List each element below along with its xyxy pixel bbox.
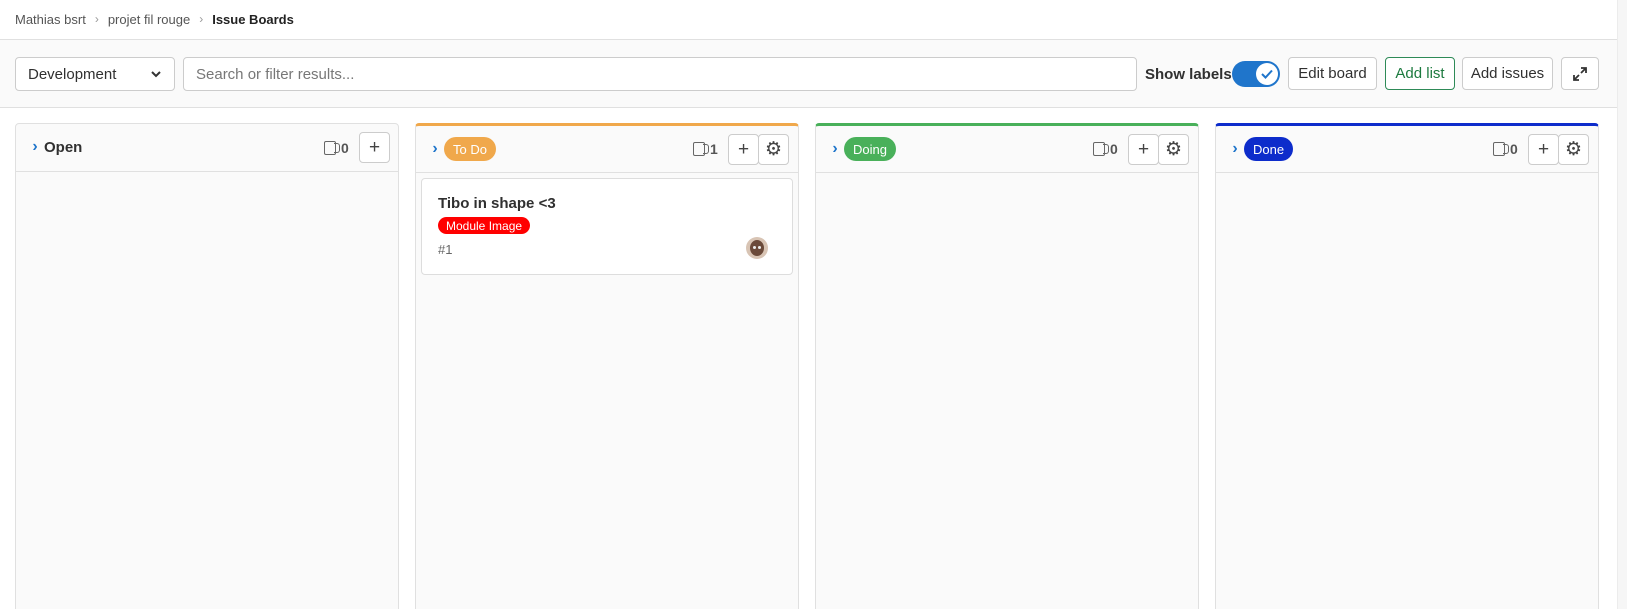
scrollbar[interactable] (1617, 0, 1627, 609)
show-labels-label: Show labels (1145, 65, 1232, 83)
add-list-button[interactable]: Add list (1385, 57, 1455, 90)
issues-icon (693, 142, 709, 156)
gear-icon: ⚙ (764, 139, 783, 160)
fullscreen-button[interactable] (1561, 57, 1599, 90)
edit-board-button[interactable]: Edit board (1288, 57, 1377, 90)
show-labels-toggle[interactable] (1232, 61, 1280, 87)
issue-reference: #1 (438, 242, 453, 257)
breadcrumb-item-project[interactable]: projet fil rouge (108, 12, 190, 27)
issue-count-value: 0 (1110, 141, 1118, 157)
issues-icon (1093, 142, 1109, 156)
board-list-doing: › Doing 0 + ⚙ (815, 123, 1199, 609)
issues-icon (1493, 142, 1509, 156)
search-input[interactable]: Search or filter results... (183, 57, 1137, 91)
board-selector-value: Development (28, 65, 117, 83)
new-issue-button[interactable]: + (1128, 134, 1159, 165)
issue-count: 0 (1093, 141, 1118, 157)
check-icon (1261, 69, 1273, 79)
list-label-pill[interactable]: Done (1244, 137, 1294, 161)
board-list-todo: › To Do 1 + ⚙ Tibo in shape <3 Module Im… (415, 123, 799, 609)
list-settings-button[interactable]: ⚙ (1558, 134, 1589, 165)
breadcrumb-item-user[interactable]: Mathias bsrt (15, 12, 86, 27)
list-settings-button[interactable]: ⚙ (1158, 134, 1189, 165)
avatar-eye (758, 246, 761, 249)
chevron-right-icon[interactable]: › (28, 138, 42, 155)
new-issue-button[interactable]: + (728, 134, 759, 165)
gear-icon: ⚙ (1564, 139, 1583, 160)
chevron-right-icon: › (199, 12, 204, 26)
assignee-avatar[interactable] (746, 237, 768, 259)
chevron-down-icon (151, 71, 161, 78)
board-toolbar: Development Search or filter results... … (0, 40, 1617, 108)
chevron-right-icon[interactable]: › (428, 140, 442, 157)
list-settings-button[interactable]: ⚙ (758, 134, 789, 165)
chevron-right-icon[interactable]: › (1228, 140, 1242, 157)
board-selector[interactable]: Development (15, 57, 175, 91)
plus-icon: + (368, 136, 381, 158)
board: › Open 0 + › To Do 1 + ⚙ Tibo in shape <… (0, 109, 1617, 609)
new-issue-button[interactable]: + (1528, 134, 1559, 165)
list-title: Open (44, 139, 83, 156)
add-issues-button[interactable]: Add issues (1462, 57, 1553, 90)
toggle-knob (1256, 63, 1278, 85)
issue-count: 1 (693, 141, 718, 157)
expand-icon (1573, 66, 1587, 81)
issue-count-value: 0 (341, 139, 349, 156)
board-list-open: › Open 0 + (15, 123, 399, 609)
board-list-done: › Done 0 + ⚙ (1215, 123, 1599, 609)
issue-count-value: 0 (1510, 141, 1518, 157)
list-header: › Doing 0 + ⚙ (816, 126, 1198, 173)
avatar-eye (753, 246, 756, 249)
list-label-pill[interactable]: Doing (844, 137, 896, 161)
list-header: › To Do 1 + ⚙ (416, 126, 798, 173)
plus-icon: + (1137, 138, 1150, 160)
issues-icon (324, 140, 340, 155)
list-header: › Open 0 + (16, 124, 398, 172)
plus-icon: + (1537, 138, 1550, 160)
issue-count: 0 (324, 140, 349, 156)
issue-boards-page: Mathias bsrt › projet fil rouge › Issue … (0, 0, 1627, 609)
list-header: › Done 0 + ⚙ (1216, 126, 1598, 173)
plus-icon: + (737, 138, 750, 160)
new-issue-button[interactable]: + (359, 132, 390, 163)
chevron-right-icon[interactable]: › (828, 140, 842, 157)
list-label-pill[interactable]: To Do (444, 137, 496, 161)
gear-icon: ⚙ (1164, 139, 1183, 160)
issue-count-value: 1 (710, 141, 718, 157)
breadcrumb-item-current[interactable]: Issue Boards (212, 12, 294, 27)
issue-count: 0 (1493, 141, 1518, 157)
chevron-right-icon: › (94, 12, 99, 26)
issue-label[interactable]: Module Image (438, 217, 531, 234)
search-placeholder: Search or filter results... (196, 65, 355, 83)
issue-title[interactable]: Tibo in shape <3 (438, 195, 556, 212)
breadcrumb: Mathias bsrt › projet fil rouge › Issue … (15, 0, 294, 38)
issue-card[interactable]: Tibo in shape <3 Module Image #1 (421, 178, 793, 275)
